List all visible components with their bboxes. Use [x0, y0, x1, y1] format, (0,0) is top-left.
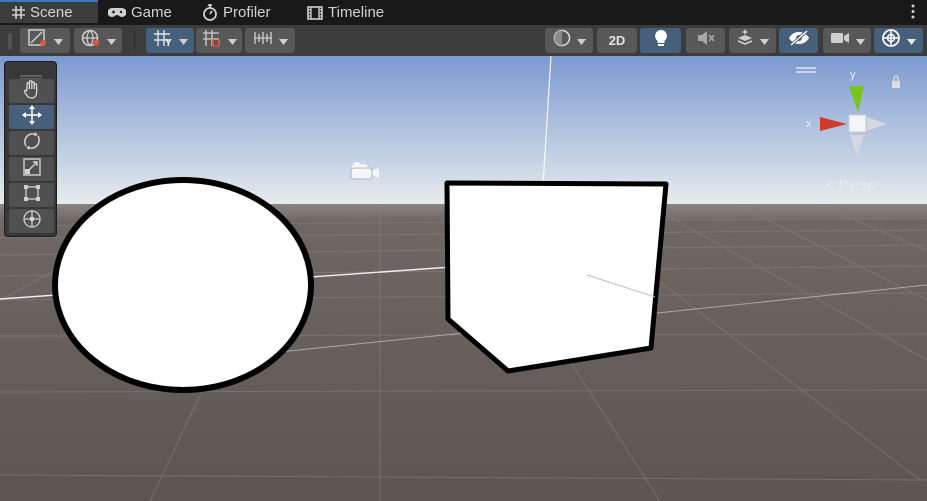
increment-snapping-dropdown[interactable] — [245, 28, 295, 53]
tab-label: Scene — [30, 4, 73, 21]
tools-overlay — [4, 61, 57, 237]
transform-tool-button[interactable] — [9, 209, 54, 233]
grid-axis-icon: Y — [153, 29, 173, 52]
toolbar-grip-icon — [8, 33, 12, 54]
gizmo-axis-x-label: x — [806, 118, 812, 130]
sphere-shading-icon — [553, 29, 571, 52]
render-mode-dropdown[interactable] — [74, 28, 122, 53]
rect-transform-icon — [22, 183, 42, 208]
video-camera-icon — [830, 31, 850, 50]
shaded-draw-mode-icon — [27, 29, 48, 52]
chevron-down-icon — [855, 32, 865, 50]
effects-dropdown[interactable] — [729, 28, 776, 53]
stopwatch-icon — [202, 4, 218, 21]
eye-hidden-icon — [788, 29, 810, 51]
sphere-object[interactable] — [52, 177, 314, 393]
grid-visibility-dropdown[interactable]: Y — [146, 28, 194, 53]
projection-toggle[interactable]: Persp — [825, 177, 875, 193]
rotate-tool-button[interactable] — [9, 131, 54, 155]
gizmo-sphere-icon — [881, 28, 901, 53]
tab-profiler[interactable]: Profiler — [202, 0, 271, 25]
tab-bar: Scene Game Profiler Timeline — [0, 0, 927, 25]
audio-toggle-button[interactable] — [686, 28, 725, 53]
move-arrows-icon — [21, 104, 42, 130]
gizmos-dropdown[interactable] — [874, 28, 923, 53]
kebab-menu-icon[interactable] — [911, 4, 915, 24]
chevron-down-icon — [576, 32, 586, 50]
chevron-down-icon — [760, 32, 769, 50]
grid-snapping-dropdown[interactable] — [196, 28, 242, 53]
toggle-2d-label: 2D — [608, 33, 626, 48]
chevron-down-icon — [106, 32, 116, 50]
ruler-icon — [253, 29, 273, 52]
move-tool-button[interactable] — [9, 104, 54, 130]
tab-timeline[interactable]: Timeline — [307, 0, 384, 25]
cube-object[interactable] — [444, 180, 669, 374]
toolbar-divider — [134, 31, 135, 50]
chevron-down-icon — [53, 32, 63, 50]
chevron-down-icon — [178, 32, 188, 50]
tab-game[interactable]: Game — [108, 0, 172, 25]
scene-visibility-toggle[interactable] — [779, 28, 818, 53]
layers-effects-icon — [736, 29, 754, 52]
gizmo-axis-y-label: y — [850, 69, 856, 81]
tab-label: Game — [131, 4, 172, 21]
scale-icon — [22, 157, 42, 182]
rect-tool-button[interactable] — [9, 183, 54, 207]
transform-combo-icon — [22, 209, 42, 234]
grid-snap-icon — [202, 29, 222, 52]
hash-grid-icon — [12, 6, 25, 19]
chevron-down-icon — [278, 32, 288, 50]
scale-tool-button[interactable] — [9, 157, 54, 181]
toggle-2d-button[interactable]: 2D — [597, 28, 637, 53]
tab-label: Timeline — [328, 4, 385, 21]
film-strip-icon — [307, 5, 323, 20]
globe-icon — [81, 29, 101, 52]
scene-toolbar: Y 2D — [0, 25, 927, 57]
tab-label: Profiler — [223, 4, 271, 21]
view-tool-button[interactable] — [9, 79, 54, 103]
tab-scene[interactable]: Scene — [0, 0, 98, 23]
rotate-icon — [22, 131, 42, 156]
light-bulb-icon — [654, 29, 668, 52]
draw-mode-shading-dropdown[interactable] — [545, 28, 593, 53]
chevron-left-icon — [825, 177, 839, 193]
projection-label: Persp — [838, 177, 876, 193]
chevron-down-icon — [907, 32, 916, 50]
gizmo-center-cube[interactable] — [848, 114, 867, 133]
speaker-muted-icon — [697, 30, 715, 51]
scene-camera-dropdown[interactable] — [823, 28, 871, 53]
svg-text:Y: Y — [165, 38, 172, 47]
hand-icon — [22, 79, 42, 104]
draw-mode-dropdown[interactable] — [20, 28, 70, 53]
chevron-down-icon — [227, 32, 237, 50]
lighting-toggle-button[interactable] — [640, 28, 681, 53]
gamepad-icon — [108, 7, 126, 19]
scene-viewport[interactable] — [0, 56, 927, 501]
